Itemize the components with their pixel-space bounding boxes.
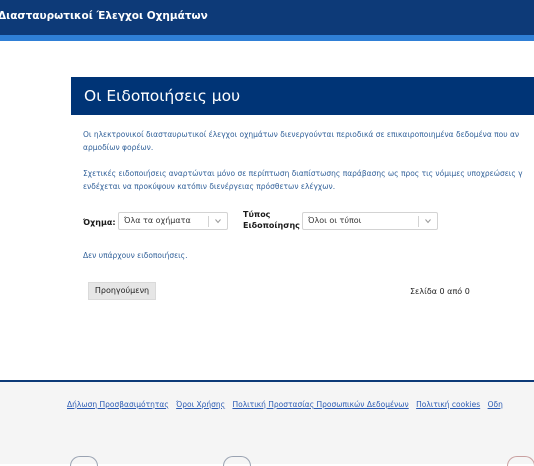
type-filter-label: Τύπος Ειδοποίησης bbox=[243, 209, 300, 231]
intro-line-1: Οι ηλεκτρονικοί διασταυρωτικοί έλεγχοι ο… bbox=[83, 130, 520, 139]
intro-line-2: αρμοδίων φορέων. bbox=[83, 142, 154, 152]
site-footer: Δήλωση Προσβασιμότητας Όροι Χρήσης Πολιτ… bbox=[0, 380, 534, 466]
chevron-down-icon bbox=[215, 219, 221, 224]
type-select-value: Όλοι οι τύποι bbox=[308, 216, 362, 225]
site-header: Διασταυρωτικοί Έλεγχοι Οχημάτων bbox=[0, 0, 534, 35]
footer-link-cookies[interactable]: Πολιτική cookies bbox=[416, 400, 480, 409]
site-title[interactable]: Διασταυρωτικοί Έλεγχοι Οχημάτων bbox=[0, 10, 208, 22]
vehicle-select[interactable]: Όλα τα οχήματα bbox=[118, 212, 228, 230]
type-select-divider bbox=[418, 216, 419, 227]
vehicle-filter-label: Όχημα: bbox=[83, 218, 116, 227]
page-title: Οι Ειδοποιήσεις μου bbox=[84, 87, 241, 105]
footer-logo-1 bbox=[70, 456, 98, 466]
page-title-bar: Οι Ειδοποιήσεις μου bbox=[71, 77, 534, 115]
footer-link-privacy[interactable]: Πολιτική Προστασίας Προσωπικών Δεδομένων bbox=[232, 400, 408, 409]
chevron-down-icon bbox=[425, 219, 431, 224]
empty-state-message: Δεν υπάρχουν ειδοποιήσεις. bbox=[83, 251, 188, 260]
notice-line-2: ενδέχεται να προκύψουν κατόπιν διενέργει… bbox=[83, 181, 336, 191]
footer-logo-2 bbox=[223, 456, 251, 466]
footer-links: Δήλωση Προσβασιμότητας Όροι Χρήσης Πολιτ… bbox=[67, 400, 508, 409]
footer-link-guide[interactable]: Οδη bbox=[488, 400, 503, 409]
notice-line-1: Σχετικές ειδοποιήσεις αναρτώνται μόνο σε… bbox=[83, 169, 523, 178]
previous-page-button[interactable]: Προηγούμενη bbox=[88, 282, 156, 300]
page-indicator: Σελίδα 0 από 0 bbox=[410, 287, 470, 296]
footer-logo-3 bbox=[507, 456, 534, 466]
notice-paragraph: Σχετικές ειδοποιήσεις αναρτώνται μόνο σε… bbox=[83, 168, 523, 193]
type-filter-label-line1: Τύπος bbox=[243, 210, 271, 219]
vehicle-select-value: Όλα τα οχήματα bbox=[124, 216, 191, 225]
notification-type-select[interactable]: Όλοι οι τύποι bbox=[302, 212, 438, 230]
header-accent-bar bbox=[0, 35, 534, 41]
vehicle-select-divider bbox=[208, 216, 209, 227]
intro-paragraph: Οι ηλεκτρονικοί διασταυρωτικοί έλεγχοι ο… bbox=[83, 129, 519, 154]
footer-link-terms[interactable]: Όροι Χρήσης bbox=[176, 400, 225, 409]
previous-page-label: Προηγούμενη bbox=[94, 286, 150, 295]
footer-link-accessibility[interactable]: Δήλωση Προσβασιμότητας bbox=[67, 400, 169, 409]
type-filter-label-line2: Ειδοποίησης bbox=[243, 221, 300, 230]
